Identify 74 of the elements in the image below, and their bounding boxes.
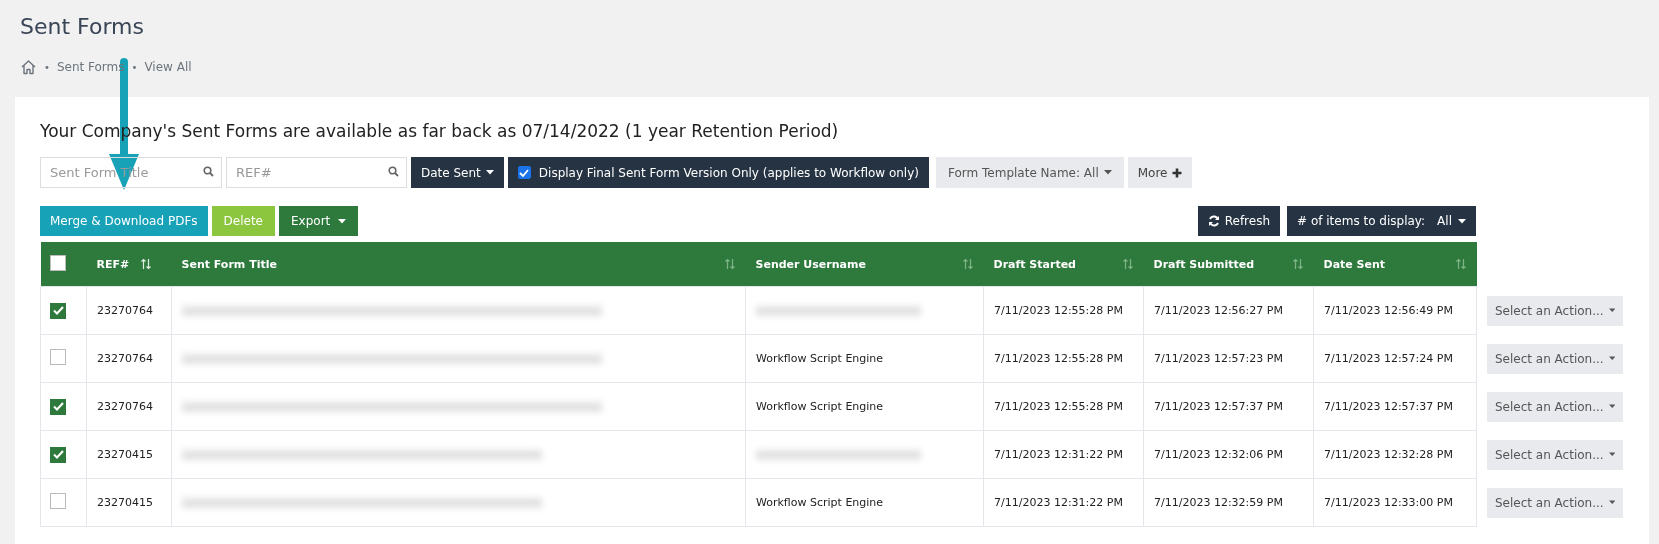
table-cell: Workflow Script Engine: [756, 400, 884, 413]
caret-icon: [1608, 404, 1615, 409]
sort-icon[interactable]: [723, 258, 736, 270]
table-cell: 7/11/2023 12:32:28 PM: [1324, 448, 1453, 461]
table-cell: 23270764: [97, 304, 153, 317]
date-sent-dropdown[interactable]: Date Sent: [411, 157, 504, 188]
ref-search-field[interactable]: REF#: [226, 157, 407, 188]
caret-icon: [338, 218, 347, 224]
column-header[interactable]: REF#: [96, 257, 130, 271]
row-checkbox[interactable]: [50, 302, 66, 319]
breadcrumb-separator: •: [131, 61, 138, 73]
final-version-label: Display Final Sent Form Version Only (applies to Workflow only): [538, 165, 919, 180]
column-header[interactable]: Date Sent: [1323, 257, 1386, 271]
table-cell: 23270415: [97, 448, 153, 461]
table-cell: 7/11/2023 12:56:49 PM: [1324, 304, 1453, 317]
column-header[interactable]: Sender Username: [755, 257, 866, 271]
select-all-checkbox[interactable]: [49, 254, 66, 271]
row-checkbox[interactable]: [50, 493, 66, 509]
page-title: Sent Forms: [20, 14, 145, 39]
sort-icon[interactable]: [1121, 258, 1134, 270]
table-cell: 7/11/2023 12:56:27 PM: [1154, 304, 1283, 317]
select-action-dropdown[interactable]: Select an Action...: [1487, 343, 1623, 374]
sort-icon[interactable]: [961, 258, 974, 270]
sort-icon[interactable]: [1291, 258, 1304, 270]
table-cell: 7/11/2023 12:57:37 PM: [1324, 400, 1453, 413]
final-version-checkbox[interactable]: [517, 166, 531, 179]
table-cell: 7/11/2023 12:55:28 PM: [994, 304, 1123, 317]
table-cell: 7/11/2023 12:57:24 PM: [1324, 352, 1453, 365]
select-action-dropdown[interactable]: Select an Action...: [1487, 487, 1623, 518]
table-cell: 7/11/2023 12:33:00 PM: [1324, 496, 1453, 509]
table-cell: 7/11/2023 12:57:37 PM: [1154, 400, 1283, 413]
row-checkbox[interactable]: [50, 398, 66, 415]
caret-icon: [1103, 170, 1112, 175]
home-icon[interactable]: [20, 59, 37, 75]
select-action-dropdown[interactable]: Select an Action...: [1487, 391, 1623, 422]
refresh-icon: [1207, 215, 1220, 227]
column-header[interactable]: Draft Submitted: [1153, 257, 1255, 271]
more-button[interactable]: More: [1127, 157, 1193, 188]
caret-icon: [485, 170, 494, 175]
items-per-page-dropdown[interactable]: # of items to display: All: [1287, 206, 1476, 236]
breadcrumb-separator: •: [44, 61, 50, 73]
row-checkbox[interactable]: [50, 349, 66, 365]
search-icon: [203, 166, 214, 177]
table-cell: 23270764: [97, 352, 153, 365]
table-cell: 7/11/2023 12:32:06 PM: [1154, 448, 1283, 461]
caret-icon: [1608, 308, 1615, 313]
sort-icon[interactable]: [139, 258, 152, 270]
breadcrumb-link[interactable]: View All: [144, 60, 192, 74]
table-cell: 23270415: [97, 496, 153, 509]
form-template-dropdown[interactable]: Form Template Name: All: [935, 157, 1124, 188]
table-cell: 7/11/2023 12:32:59 PM: [1154, 496, 1283, 509]
column-header[interactable]: Sent Form Title: [181, 257, 277, 271]
table-cell: 23270764: [97, 400, 153, 413]
select-action-dropdown[interactable]: Select an Action...: [1487, 439, 1623, 470]
table-cell: Workflow Script Engine: [756, 352, 884, 365]
sort-icon[interactable]: [1454, 258, 1467, 270]
row-checkbox[interactable]: [50, 446, 66, 463]
search-icon: [388, 166, 399, 177]
select-action-dropdown[interactable]: Select an Action...: [1487, 295, 1623, 326]
action-button[interactable]: Export: [279, 206, 359, 236]
refresh-button[interactable]: Refresh: [1197, 206, 1281, 236]
table-cell: 7/11/2023 12:55:28 PM: [994, 352, 1123, 365]
table-cell: 7/11/2023 12:55:28 PM: [994, 400, 1123, 413]
table-cell: 7/11/2023 12:31:22 PM: [994, 448, 1123, 461]
final-version-toggle[interactable]: Display Final Sent Form Version Only (applies to Workflow only): [507, 157, 929, 188]
table-cell: Workflow Script Engine: [756, 496, 884, 509]
column-header[interactable]: Draft Started: [993, 257, 1076, 271]
caret-icon: [1608, 356, 1615, 361]
caret-icon: [1608, 452, 1615, 457]
table-cell: 7/11/2023 12:57:23 PM: [1154, 352, 1283, 365]
caret-icon: [1608, 500, 1615, 505]
table-cell: 7/11/2023 12:31:22 PM: [994, 496, 1123, 509]
plus-icon: [1172, 167, 1183, 178]
caret-icon: [1458, 218, 1466, 224]
